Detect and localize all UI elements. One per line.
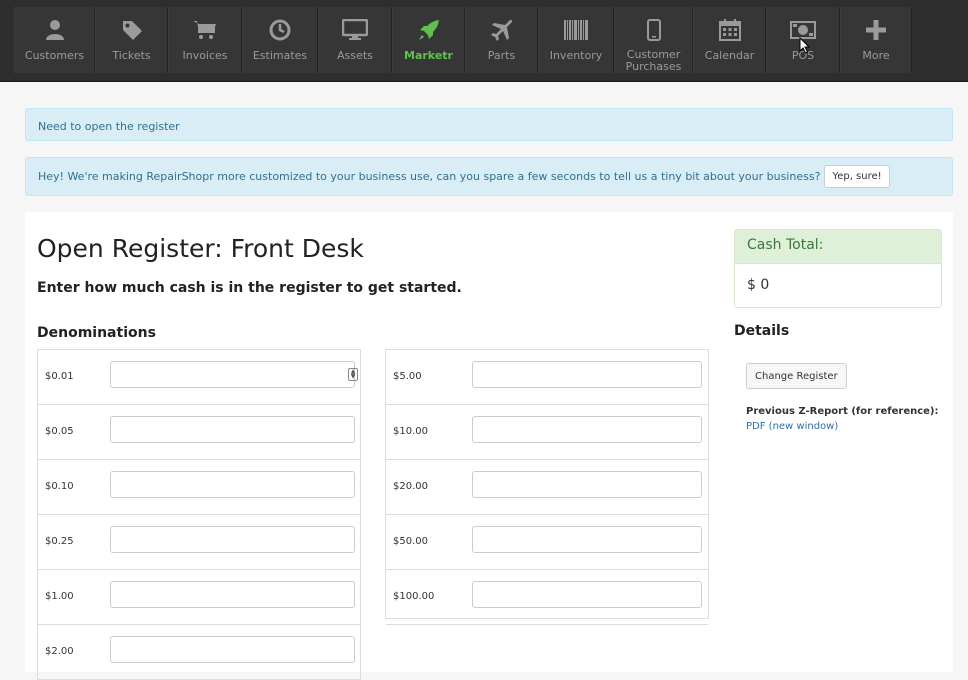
denomination-input[interactable] bbox=[472, 471, 702, 498]
denomination-input[interactable] bbox=[472, 416, 702, 443]
denomination-label: $0.01 bbox=[45, 371, 74, 382]
nav-item-label: Parts bbox=[487, 49, 516, 62]
nav-item-tickets[interactable]: Tickets bbox=[95, 7, 168, 73]
nav-item-customers[interactable]: Customers bbox=[14, 7, 95, 73]
denomination-label: $1.00 bbox=[45, 591, 74, 602]
denomination-input[interactable] bbox=[110, 526, 355, 553]
denomination-row: $0.25 bbox=[38, 515, 360, 570]
denomination-input[interactable] bbox=[110, 416, 355, 443]
nav-item-label: Invoices bbox=[182, 49, 228, 62]
denomination-row: $5.00 bbox=[386, 350, 708, 405]
barcode-icon bbox=[564, 16, 588, 44]
nav-item-marketr[interactable]: Marketr bbox=[392, 7, 465, 73]
denomination-row: $1.00 bbox=[38, 570, 360, 625]
nav-item-calendar[interactable]: Calendar bbox=[693, 7, 766, 73]
denomination-row: $2.00 bbox=[38, 625, 360, 680]
denomination-label: $0.10 bbox=[45, 481, 74, 492]
rocket-icon bbox=[417, 16, 441, 44]
denomination-input[interactable] bbox=[110, 636, 355, 663]
nav-item-label: Estimates bbox=[252, 49, 308, 62]
monitor-icon bbox=[342, 16, 368, 44]
plane-icon bbox=[490, 16, 513, 44]
denomination-label: $0.25 bbox=[45, 536, 74, 547]
nav-item-assets[interactable]: Assets bbox=[318, 7, 392, 73]
denomination-row: $100.00 bbox=[386, 570, 708, 625]
nav-item-parts[interactable]: Parts bbox=[465, 7, 538, 73]
nav-item-label: Tickets bbox=[112, 49, 151, 62]
page-subtitle: Enter how much cash is in the register t… bbox=[37, 280, 462, 296]
nav-item-invoices[interactable]: Invoices bbox=[168, 7, 242, 73]
nav-item-estimates[interactable]: Estimates bbox=[242, 7, 318, 73]
cash-total-label: Cash Total: bbox=[735, 230, 941, 264]
denomination-row: $20.00 bbox=[386, 460, 708, 515]
register-alert: Need to open the register bbox=[25, 108, 953, 141]
denomination-row: $0.01 ▲ ▼ bbox=[38, 350, 360, 405]
denomination-input[interactable] bbox=[472, 526, 702, 553]
tag-icon bbox=[121, 16, 143, 44]
cash-total-value: $ 0 bbox=[747, 277, 770, 293]
nav-item-label: Assets bbox=[337, 49, 373, 62]
denomination-row: $0.05 bbox=[38, 405, 360, 460]
denomination-row: $0.10 bbox=[38, 460, 360, 515]
cash-total-box: Cash Total: $ 0 bbox=[734, 229, 942, 308]
denomination-label: $50.00 bbox=[393, 536, 428, 547]
denomination-input[interactable] bbox=[110, 581, 355, 608]
zreport-label: Previous Z-Report (for reference): bbox=[746, 406, 939, 417]
denomination-input[interactable] bbox=[110, 361, 355, 388]
survey-alert-text: Hey! We're making RepairShopr more custo… bbox=[38, 170, 821, 183]
register-panel: Open Register: Front Desk Enter how much… bbox=[25, 212, 953, 680]
nav-item-label: Inventory bbox=[549, 49, 603, 62]
denomination-input[interactable] bbox=[110, 471, 355, 498]
plus-icon bbox=[866, 16, 886, 44]
denomination-label: $0.05 bbox=[45, 426, 74, 437]
denomination-label: $100.00 bbox=[393, 591, 435, 602]
mouse-cursor-icon bbox=[799, 37, 811, 54]
clock-icon bbox=[269, 16, 291, 44]
phone-icon bbox=[646, 16, 661, 43]
page-title: Open Register: Front Desk bbox=[37, 234, 364, 263]
denomination-label: $10.00 bbox=[393, 426, 428, 437]
denomination-row: $10.00 bbox=[386, 405, 708, 460]
nav-item-customer-purchases[interactable]: Customer Purchases bbox=[614, 7, 693, 73]
user-icon bbox=[45, 16, 64, 44]
denomination-row: $50.00 bbox=[386, 515, 708, 570]
nav-item-label: Customer Purchases bbox=[625, 48, 682, 73]
details-heading: Details bbox=[734, 323, 790, 339]
calendar-icon bbox=[718, 16, 741, 44]
survey-alert: Hey! We're making RepairShopr more custo… bbox=[25, 157, 953, 196]
cart-icon bbox=[193, 16, 217, 44]
denomination-label: $2.00 bbox=[45, 646, 74, 657]
denominations-left-column: $0.01 ▲ ▼ $0.05 $0.10 $0.25 $1.00 $2.00 bbox=[37, 349, 361, 680]
denomination-input[interactable] bbox=[472, 581, 702, 608]
yep-sure-button[interactable]: Yep, sure! bbox=[824, 165, 890, 188]
nav-item-label: More bbox=[862, 49, 890, 62]
denomination-input[interactable] bbox=[472, 361, 702, 388]
denominations-right-column: $5.00 $10.00 $20.00 $50.00 $100.00 bbox=[385, 349, 709, 625]
change-register-button[interactable]: Change Register bbox=[746, 363, 847, 389]
nav-bar: Customers Tickets Invoices Estimates Assets M… bbox=[14, 7, 912, 73]
nav-item-label: Marketr bbox=[404, 49, 453, 62]
number-stepper-icon[interactable]: ▲ ▼ bbox=[348, 368, 358, 381]
nav-item-label: Customers bbox=[24, 49, 85, 62]
nav-item-label: Calendar bbox=[704, 49, 755, 62]
denominations-heading: Denominations bbox=[37, 325, 156, 341]
denomination-label: $20.00 bbox=[393, 481, 428, 492]
nav-item-more[interactable]: More bbox=[840, 7, 912, 73]
top-navigation: Customers Tickets Invoices Estimates Assets M… bbox=[0, 0, 968, 82]
denomination-label: $5.00 bbox=[393, 371, 422, 382]
zreport-pdf-link[interactable]: PDF (new window) bbox=[746, 421, 838, 432]
nav-item-inventory[interactable]: Inventory bbox=[538, 7, 614, 73]
register-alert-text: Need to open the register bbox=[38, 120, 180, 133]
